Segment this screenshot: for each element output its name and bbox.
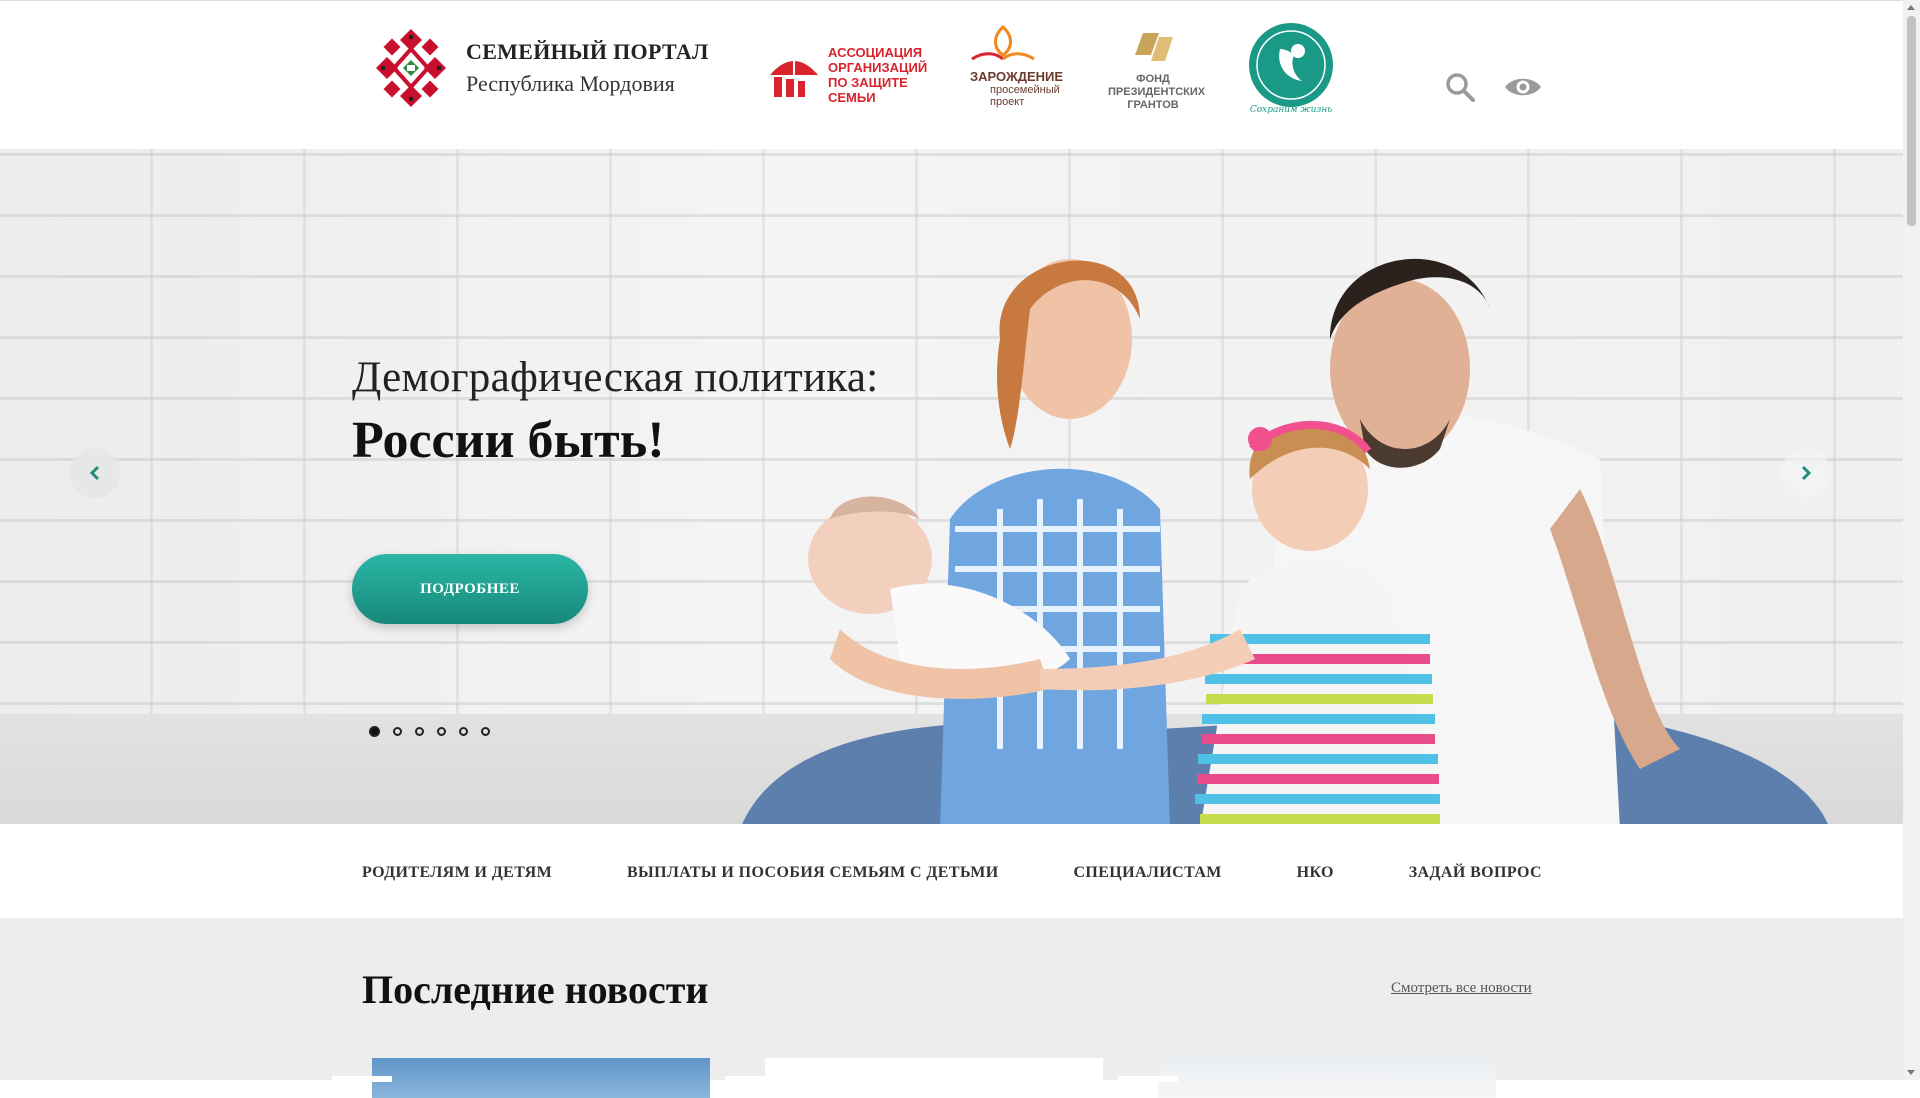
brand-logo-link[interactable]: СЕМЕЙНЫЙ ПОРТАЛ Республика Мордовия [372,27,709,109]
news-card-tab [332,1076,392,1082]
news-card-tab [725,1076,785,1082]
hero-slider: Демографическая политика: России быть! П… [0,149,1903,824]
slider-dot-5[interactable] [459,727,468,736]
mordovia-ornament-logo [376,29,446,107]
news-section-title: Последние новости [362,967,709,1012]
scroll-up-arrow-icon[interactable] [1907,5,1915,10]
slider-dot-2[interactable] [393,727,402,736]
news-card[interactable] [765,1058,1103,1098]
slider-dot-6[interactable] [481,727,490,736]
accessibility-button[interactable] [1502,71,1544,103]
slider-dot-1[interactable] [369,726,380,737]
umbrella-icon [770,51,818,97]
chevron-left-icon [89,465,100,481]
slider-dots [369,726,490,737]
news-card[interactable] [1158,1058,1496,1098]
search-icon [1446,73,1475,102]
nav-item-ask-question[interactable]: ЗАДАЙ ВОПРОС [1409,864,1542,882]
save-life-text: Сохраним жизнь [1250,105,1332,115]
news-card-tab [1118,1076,1178,1082]
partner-zarozhdenie-subtitle: просемейный проект [990,84,1060,108]
news-card[interactable] [372,1058,710,1098]
nav-item-payments[interactable]: ВЫПЛАТЫ И ПОСОБИЯ СЕМЬЯМ С ДЕТЬМИ [627,864,999,882]
brand-title: СЕМЕЙНЫЙ ПОРТАЛ [466,39,709,64]
mother-child-emblem-icon: Сохраним жизнь [1249,23,1333,115]
grant-emblem-icon [1135,33,1173,61]
search-button[interactable] [1444,71,1476,103]
slider-next-button[interactable] [1781,448,1831,498]
partner-zarozhdenie-title: ЗАРОЖДЕНИЕ [970,69,1064,84]
site-header: СЕМЕЙНЫЙ ПОРТАЛ Республика Мордовия АССО… [0,0,1903,149]
more-button[interactable]: ПОДРОБНЕЕ [352,554,588,624]
partner-association-text: АССОЦИАЦИЯ ОРГАНИЗАЦИЙ ПО ЗАЩИТЕ СЕМЬИ [828,45,928,105]
scroll-down-arrow-icon[interactable] [1907,1070,1915,1075]
flower-icon [971,25,1035,61]
slider-dot-4[interactable] [437,727,446,736]
partner-fond-text: ФОНД ПРЕЗИДЕНТСКИХ ГРАНТОВ [1108,73,1206,111]
nav-item-parents-children[interactable]: РОДИТЕЛЯМ И ДЕТЯМ [362,864,552,882]
slider-prev-button[interactable] [70,448,120,498]
partner-save-life-logo[interactable]: Сохраним жизнь [1246,19,1336,115]
scrollbar-thumb[interactable] [1907,16,1916,226]
hero-title: Демографическая политика: [352,354,879,401]
page-scrollbar[interactable] [1903,0,1920,1080]
partner-fond-logo[interactable]: ФОНД ПРЕЗИДЕНТСКИХ ГРАНТОВ [1108,31,1206,112]
partner-zarozhdenie-logo[interactable]: ЗАРОЖДЕНИЕ просемейный проект [970,25,1070,108]
partner-association-logo[interactable]: АССОЦИАЦИЯ ОРГАНИЗАЦИЙ ПО ЗАЩИТЕ СЕМЬИ [766,45,940,105]
all-news-link[interactable]: Смотреть все новости [1391,980,1532,997]
eye-icon [1505,78,1541,96]
main-nav: РОДИТЕЛЯМ И ДЕТЯМ ВЫПЛАТЫ И ПОСОБИЯ СЕМЬ… [0,824,1903,918]
hero-title-bold: России быть! [352,412,665,469]
news-section: Последние новости Смотреть все новости [0,918,1903,1098]
nav-item-specialists[interactable]: СПЕЦИАЛИСТАМ [1073,864,1221,882]
slider-dot-3[interactable] [415,727,424,736]
family-photo [742,258,1828,824]
brand-subtitle: Республика Мордовия [466,71,675,96]
chevron-right-icon [1801,465,1812,481]
nav-item-nko[interactable]: НКО [1297,864,1334,882]
